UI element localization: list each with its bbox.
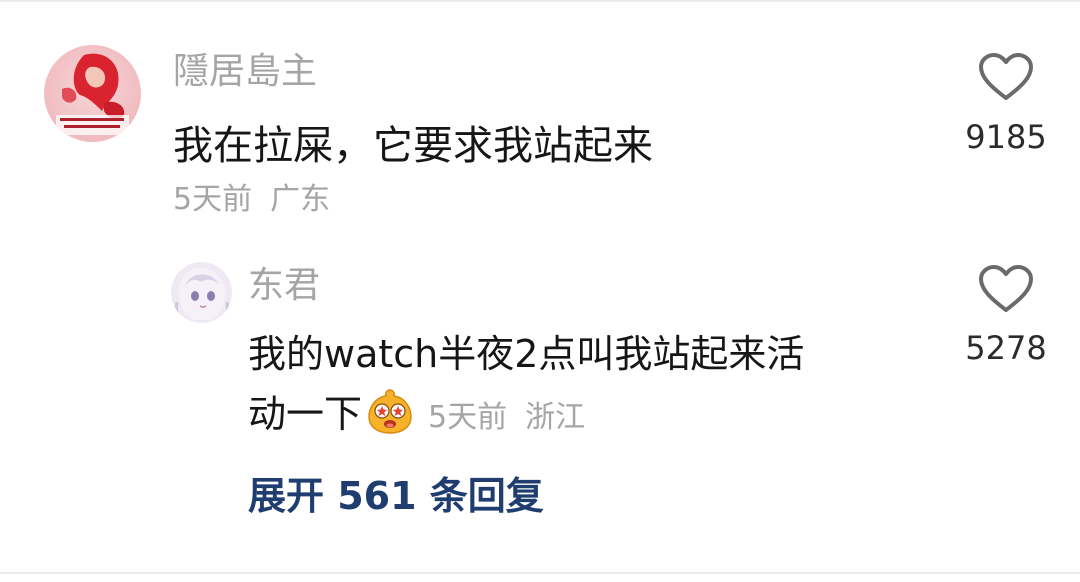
reply-username[interactable]: 东君	[248, 264, 320, 308]
reply-text-line1: 我的watch半夜2点叫我站起来活	[248, 332, 805, 376]
reply-like-heart-icon[interactable]	[978, 264, 1034, 314]
comment-meta: 5天前 广东	[173, 180, 330, 220]
reply-time: 5天前	[428, 400, 508, 435]
expand-replies-link[interactable]: 展开 561 条回复	[248, 468, 544, 524]
illustrated-avatar-icon	[44, 45, 141, 142]
reply-like-count: 5278	[965, 329, 1047, 367]
star-eyes-emoji-icon	[368, 389, 412, 434]
reply-text-line2: 动一下	[248, 392, 363, 436]
comment-text: 我在拉屎，它要求我站起来	[173, 123, 653, 169]
reply-location: 浙江	[525, 400, 586, 435]
comment-like-count: 9185	[965, 118, 1047, 156]
avatar[interactable]	[44, 45, 141, 142]
comment-time: 5天前	[173, 182, 253, 217]
anime-avatar-icon	[171, 262, 232, 323]
top-divider	[0, 0, 1080, 2]
reply-text-line2-row: 动一下 5天前 浙江	[248, 385, 585, 447]
comment-username[interactable]: 隱居島主	[173, 50, 317, 94]
like-heart-icon[interactable]	[978, 52, 1034, 102]
bottom-divider	[0, 572, 1080, 574]
comment-location: 广东	[270, 182, 331, 217]
reply-avatar[interactable]	[171, 262, 232, 323]
reply-meta: 5天前 浙江	[428, 400, 585, 435]
